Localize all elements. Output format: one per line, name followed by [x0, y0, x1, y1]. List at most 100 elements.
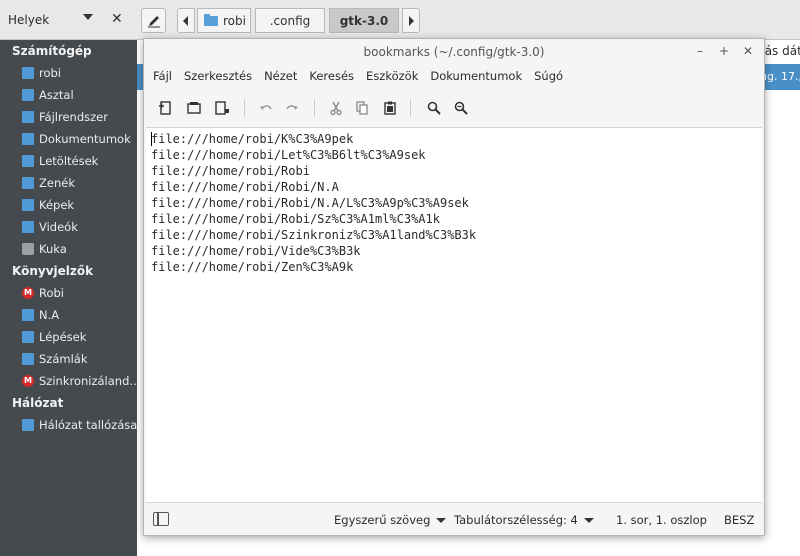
menu-item[interactable]: Eszközök [364, 69, 424, 83]
menu-item[interactable]: Dokumentumok [428, 69, 528, 83]
language-selector[interactable]: Egyszerű szöveg [334, 513, 447, 527]
text-editor[interactable]: file:///home/robi/K%C3%A9pek file:///home… [146, 127, 762, 503]
home-folder-icon [22, 67, 34, 79]
sidebar-item[interactable]: Videók [0, 216, 137, 238]
sidebar-item-label: Zenék [39, 176, 75, 190]
sidebar-item[interactable]: Számlák [0, 348, 137, 370]
sidebar-item-label: N.A [39, 308, 60, 322]
status-bar: Egyszerű szöveg Tabulátorszélesség: 4 1.… [144, 505, 764, 535]
sidebar-item[interactable]: M Robi [0, 282, 137, 304]
pictures-folder-icon [22, 199, 34, 211]
redo-button[interactable] [280, 96, 304, 120]
videos-folder-icon [22, 221, 34, 233]
breadcrumb-config-label: .config [269, 13, 311, 28]
sidebar-item-label: Képek [39, 198, 75, 212]
tab-width-label: Tabulátorszélesség: 4 [454, 513, 578, 527]
breadcrumb-forward-button[interactable] [402, 8, 420, 33]
mega-icon: M [22, 287, 34, 299]
text-line[interactable]: file:///home/robi/Szinkroniz%C3%A1land%C… [146, 227, 476, 243]
sidebar-item[interactable]: N.A [0, 304, 137, 326]
places-dropdown-icon[interactable] [83, 14, 93, 20]
find-button[interactable] [422, 96, 446, 120]
chevron-down-icon [583, 517, 594, 523]
menu-item[interactable]: Fájl [151, 69, 178, 83]
column-header-modified[interactable]: tás dát [760, 44, 800, 58]
search-replace-icon [454, 101, 468, 115]
find-replace-button[interactable] [449, 96, 473, 120]
menu-item[interactable]: Nézet [262, 69, 303, 83]
text-line[interactable]: file:///home/robi/Vide%C3%B3k [146, 243, 476, 259]
undo-button[interactable] [254, 96, 278, 120]
maximize-button[interactable]: + [716, 43, 732, 59]
text-line[interactable]: file:///home/robi/Robi [146, 163, 476, 179]
mega-icon: M [22, 375, 34, 387]
sidebar-item[interactable]: Fájlrendszer [0, 106, 137, 128]
sidebar-item[interactable]: M Szinkronizáland… [0, 370, 137, 392]
tab-width-selector[interactable]: Tabulátorszélesség: 4 [454, 513, 594, 527]
window-title: bookmarks (~/.config/gtk-3.0) [363, 45, 545, 59]
sidebar-item[interactable]: Asztal [0, 84, 137, 106]
cursor-position: 1. sor, 1. oszlop [616, 513, 707, 527]
breadcrumb-robi-label: robi [223, 13, 246, 28]
insert-mode-indicator: BESZ [724, 513, 755, 527]
filesystem-icon [22, 111, 34, 123]
edit-location-button[interactable] [141, 8, 166, 33]
new-document-button[interactable] [154, 96, 178, 120]
side-panel-toggle-icon[interactable] [153, 512, 169, 526]
text-line[interactable]: file:///home/robi/Robi/Sz%C3%A1ml%C3%A1k [146, 211, 476, 227]
breadcrumb-robi[interactable]: robi [197, 8, 251, 33]
sidebar-item[interactable]: Kuka [0, 238, 137, 260]
sidebar-item-label: Hálózat tallózása [39, 418, 137, 432]
gedit-window: bookmarks (~/.config/gtk-3.0) – + ✕ Fájl… [143, 38, 765, 536]
text-line[interactable]: file:///home/robi/Let%C3%B6lt%C3%A9sek [146, 147, 476, 163]
paste-button[interactable] [378, 96, 402, 120]
editor-toolbar [144, 91, 764, 125]
cut-icon [330, 101, 342, 116]
close-button[interactable]: ✕ [740, 43, 756, 59]
folder-icon [22, 353, 34, 365]
sidebar-item[interactable]: Hálózat tallózása [0, 414, 137, 436]
sidebar-item-label: Letöltések [39, 154, 99, 168]
sidebar-item[interactable]: Letöltések [0, 150, 137, 172]
desktop-folder-icon [22, 89, 34, 101]
minimize-button[interactable]: – [692, 43, 708, 59]
breadcrumb-gtk3[interactable]: gtk-3.0 [329, 8, 399, 33]
editor-text[interactable]: file:///home/robi/K%C3%A9pek file:///home… [146, 131, 476, 275]
window-titlebar[interactable]: bookmarks (~/.config/gtk-3.0) [144, 39, 764, 65]
sidebar-item[interactable]: Zenék [0, 172, 137, 194]
file-manager-toolbar: Helyek ✕ robi .config gtk-3.0 [0, 0, 800, 40]
sidebar-item[interactable]: Képek [0, 194, 137, 216]
text-line[interactable]: file:///home/robi/Zen%C3%A9k [146, 259, 476, 275]
sidebar-item-label: robi [39, 66, 62, 80]
search-icon [427, 101, 441, 115]
chevron-down-icon [436, 517, 447, 523]
text-line[interactable]: file:///home/robi/K%C3%A9pek [146, 131, 476, 147]
sidebar-item-label: Kuka [39, 242, 67, 256]
text-line[interactable]: file:///home/robi/Robi/N.A [146, 179, 476, 195]
sidebar-section-title: Könyvjelzők [12, 264, 94, 278]
menu-item[interactable]: Keresés [307, 69, 360, 83]
sidebar-item-label: Lépések [39, 330, 87, 344]
text-line[interactable]: file:///home/robi/Robi/N.A/L%C3%A9p%C3%A… [146, 195, 476, 211]
paste-icon [384, 101, 396, 115]
breadcrumb-config[interactable]: .config [255, 8, 325, 33]
sidebar-item[interactable]: robi [0, 62, 137, 84]
toolbar-separator [244, 99, 245, 117]
menu-item[interactable]: Súgó [532, 69, 569, 83]
sidebar-item[interactable]: Lépések [0, 326, 137, 348]
save-document-button[interactable] [210, 96, 234, 120]
toolbar-separator [410, 99, 411, 117]
breadcrumb-back-button[interactable] [177, 8, 195, 33]
copy-button[interactable] [350, 96, 374, 120]
places-close-icon[interactable]: ✕ [111, 11, 123, 27]
chevron-left-icon [183, 15, 188, 26]
folder-icon [22, 331, 34, 343]
menu-item[interactable]: Szerkesztés [182, 69, 258, 83]
sidebar-item-label: Videók [39, 220, 78, 234]
cut-button[interactable] [324, 96, 348, 120]
redo-icon [286, 105, 298, 110]
places-sidebar: Számítógép robi Asztal Fájlrendszer Dokument… [0, 40, 137, 556]
sidebar-item[interactable]: Dokumentumok [0, 128, 137, 150]
save-document-icon [215, 101, 229, 115]
open-document-button[interactable] [182, 96, 206, 120]
